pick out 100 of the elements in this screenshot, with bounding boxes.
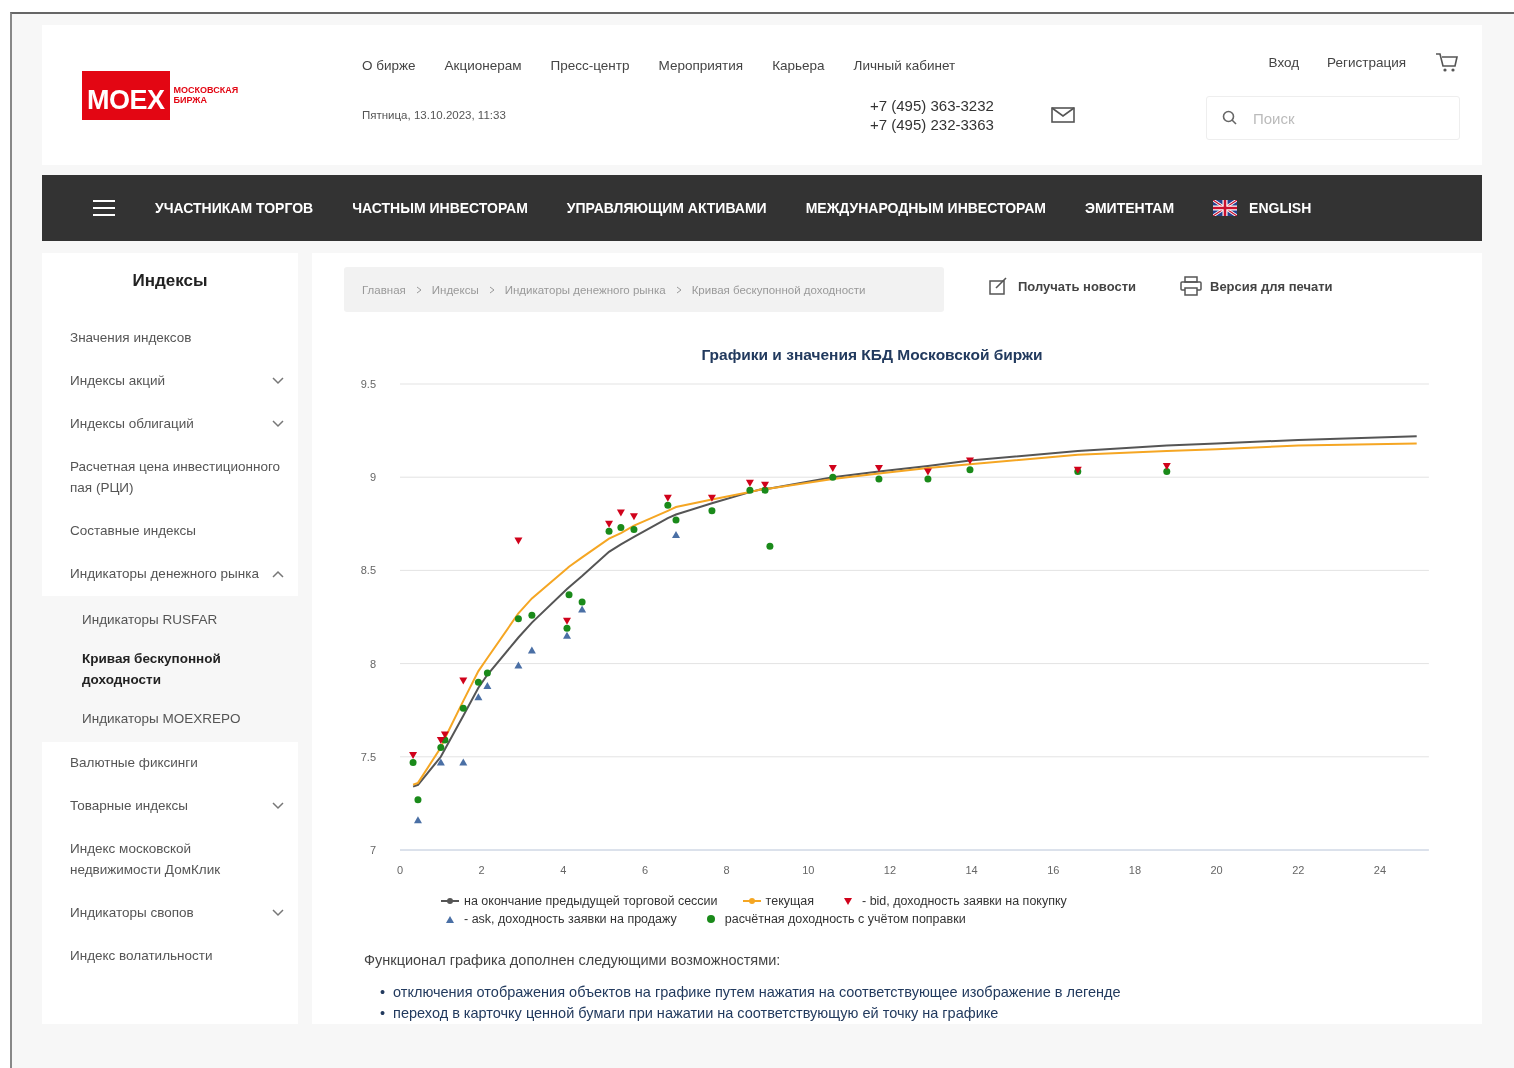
yield-point[interactable] (565, 591, 573, 599)
up-triangle-marker[interactable] (474, 693, 483, 701)
down-triangle-marker[interactable] (1162, 463, 1171, 470)
yield-point[interactable] (1163, 468, 1171, 476)
down-triangle-marker[interactable] (966, 457, 974, 465)
action-link[interactable]: Версия для печати (1180, 276, 1333, 296)
legend-item[interactable]: на окончание предыдущей торговой сессии (440, 894, 718, 908)
chevron-down-icon[interactable] (272, 376, 284, 385)
up-triangle-marker[interactable] (514, 661, 523, 669)
sidebar-item[interactable]: Расчетная цена инвестиционного пая (РЦИ) (42, 446, 298, 510)
sidebar-item[interactable]: Значения индексов (42, 317, 298, 360)
yield-point[interactable] (829, 473, 837, 481)
action-link[interactable]: Получать новости (988, 276, 1136, 296)
yield-point[interactable] (459, 704, 467, 712)
yield-point[interactable] (563, 624, 571, 632)
sidebar-item[interactable]: Индикаторы свопов (42, 892, 298, 935)
cart-icon[interactable] (1434, 50, 1460, 74)
auth-link[interactable]: Вход (1268, 54, 1300, 70)
down-triangle-marker[interactable] (436, 737, 445, 744)
top-link[interactable]: Мероприятия (658, 57, 744, 73)
search-field[interactable]: Поиск (1206, 96, 1460, 140)
up-triangle-marker[interactable] (413, 816, 422, 824)
yield-point[interactable] (528, 611, 536, 619)
yield-point[interactable] (578, 598, 586, 606)
sidebar-item[interactable]: Индикаторы денежного рынка (42, 553, 298, 596)
sidebar-item[interactable]: Индексы акций (42, 360, 298, 403)
down-triangle-marker[interactable] (663, 494, 672, 502)
envelope-icon[interactable] (1050, 104, 1076, 125)
yield-point[interactable] (672, 516, 680, 524)
down-triangle-marker[interactable] (563, 617, 571, 625)
language-link[interactable]: ENGLISH (1249, 200, 1312, 216)
phone-number: +7 (495) 232-3363 (870, 115, 995, 133)
up-triangle-marker[interactable] (459, 758, 468, 766)
down-triangle-marker[interactable] (923, 468, 932, 476)
sidebar-subitem[interactable]: Индикаторы RUSFAR (42, 600, 298, 639)
chevron-down-icon[interactable] (272, 801, 284, 810)
down-triangle-marker[interactable] (440, 731, 449, 739)
top-link[interactable]: Карьера (772, 57, 825, 73)
top-link[interactable]: Пресс-центр (550, 57, 630, 73)
down-triangle-marker[interactable] (874, 464, 883, 472)
up-triangle-marker[interactable] (527, 646, 536, 654)
yield-point[interactable] (766, 542, 774, 550)
legend-item[interactable]: - bid, доходность заявки на покупку (838, 894, 1067, 908)
yield-point[interactable] (746, 486, 754, 494)
legend-item[interactable]: - ask, доходность заявки на продажу (440, 912, 677, 926)
yield-point[interactable] (605, 527, 613, 535)
down-triangle-marker[interactable] (629, 513, 638, 521)
yield-point[interactable] (514, 615, 522, 623)
sidebar-item[interactable]: Индексы облигаций (42, 403, 298, 446)
up-triangle-marker[interactable] (672, 531, 680, 538)
auth-link[interactable]: Регистрация (1327, 54, 1406, 70)
yield-point[interactable] (924, 475, 932, 483)
sidebar-subitem[interactable]: Индикаторы MOEXREPO (42, 699, 298, 738)
yield-point[interactable] (409, 758, 417, 766)
nav-link[interactable]: МЕЖДУНАРОДНЫМ ИНВЕСТОРАМ (805, 200, 1046, 216)
chevron-up-icon[interactable] (272, 569, 284, 578)
nav-link[interactable]: ЭМИТЕНТАМ (1084, 200, 1175, 216)
yield-point[interactable] (630, 525, 638, 533)
down-triangle-marker[interactable] (514, 537, 523, 545)
top-link[interactable]: О бирже (362, 57, 416, 73)
sidebar-item[interactable]: Товарные индексы (42, 785, 298, 828)
yield-point[interactable] (474, 678, 482, 686)
yield-point[interactable] (966, 466, 974, 474)
up-triangle-marker[interactable] (436, 758, 445, 766)
down-triangle-marker[interactable] (745, 479, 754, 487)
sidebar-subitem[interactable]: Кривая бескупонной доходности (42, 639, 298, 699)
y-tick-label: 8.5 (360, 564, 376, 577)
legend-item[interactable]: расчётная доходность с учётом поправки (700, 912, 966, 926)
yield-point[interactable] (761, 486, 769, 494)
sidebar-item[interactable]: Индекс московской недвижимости ДомКлик (42, 828, 298, 892)
down-triangle-marker[interactable] (616, 509, 625, 517)
legend-item[interactable]: текущая (741, 894, 814, 908)
yield-point[interactable] (414, 796, 422, 804)
down-triangle-marker[interactable] (459, 677, 468, 685)
up-triangle-marker[interactable] (578, 605, 587, 613)
top-link[interactable]: Личный кабинет (853, 57, 956, 73)
sidebar-item[interactable]: Валютные фиксинги (42, 742, 298, 785)
yield-point[interactable] (708, 507, 716, 515)
chevron-down-icon[interactable] (272, 419, 284, 428)
down-triangle-marker[interactable] (761, 481, 769, 489)
yield-point[interactable] (483, 669, 491, 677)
nav-link[interactable]: УПРАВЛЯЮЩИМ АКТИВАМИ (566, 200, 767, 216)
yield-point[interactable] (875, 475, 883, 483)
yield-point[interactable] (664, 501, 672, 509)
nav-link[interactable]: УЧАСТНИКАМ ТОРГОВ (155, 200, 314, 216)
top-link[interactable]: Акционерам (444, 57, 522, 73)
yield-point[interactable] (617, 524, 625, 532)
chevron-down-icon[interactable] (272, 908, 284, 917)
yield-point[interactable] (437, 744, 445, 751)
logo-mark[interactable]: MOEX (82, 70, 170, 120)
sidebar-item[interactable]: Составные индексы (42, 510, 298, 553)
down-triangle-marker[interactable] (605, 520, 614, 528)
sidebar-item[interactable]: Индекс волатильности (42, 935, 298, 978)
nav-link[interactable]: ЧАСТНЫМ ИНВЕСТОРАМ (352, 200, 528, 216)
down-triangle-marker[interactable] (828, 464, 837, 472)
up-triangle-marker[interactable] (563, 631, 571, 639)
down-triangle-marker[interactable] (707, 494, 716, 502)
menu-icon[interactable] (92, 199, 116, 217)
down-triangle-marker[interactable] (409, 751, 418, 759)
up-triangle-marker[interactable] (483, 681, 492, 689)
